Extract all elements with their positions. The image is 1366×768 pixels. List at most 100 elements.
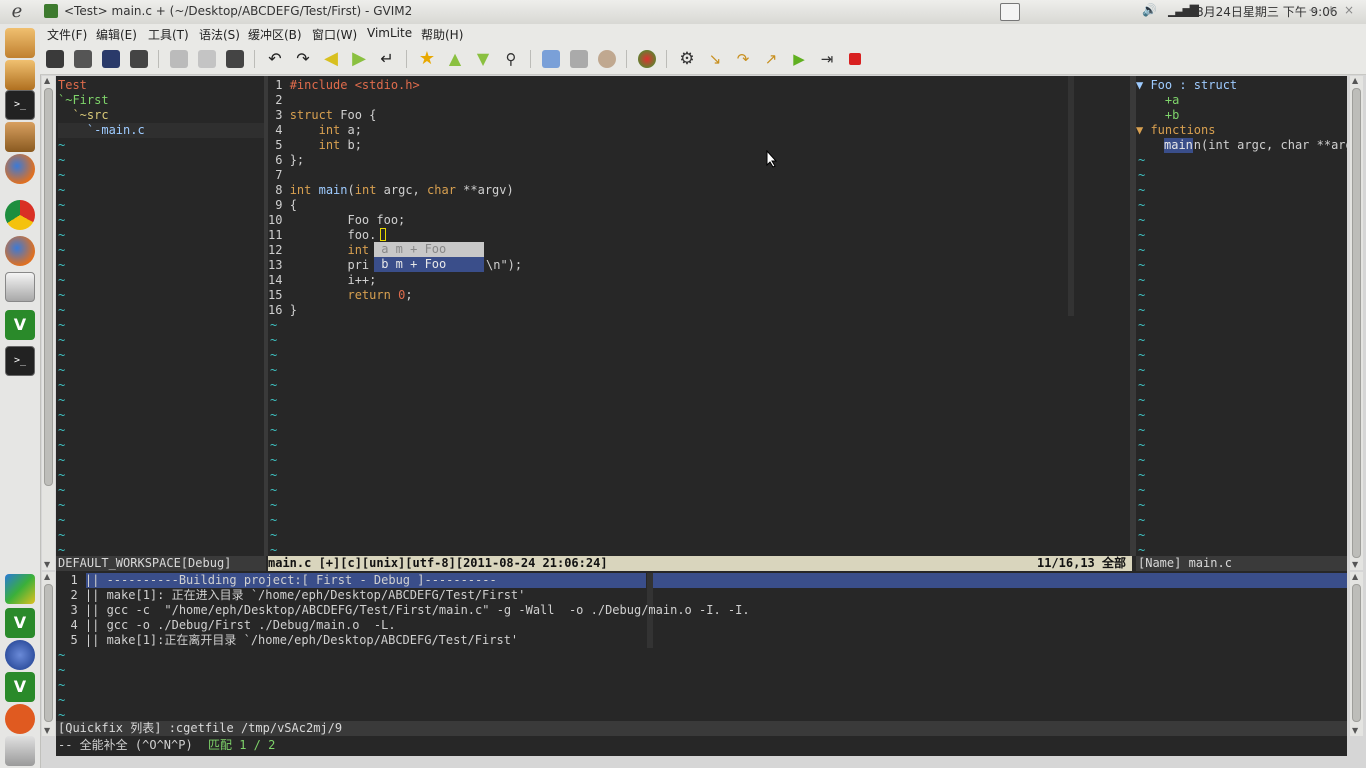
step-over-icon[interactable]: ↷ [734,50,752,68]
menu-syntax[interactable]: 语法(S) [199,26,240,43]
down-arrow-icon[interactable]: ▼ [474,50,492,68]
quickfix-line[interactable]: 4 || gcc -o ./Debug/First ./Debug/main.o… [56,618,395,633]
menu-vimlite[interactable]: VimLite [367,26,412,40]
code-editor-pane[interactable]: 1 #include <stdio.h> 2 3 struct Foo { 4 … [268,76,1134,557]
keyboard-icon[interactable] [1000,3,1020,21]
scroll-down-arrow[interactable]: ▼ [1352,726,1358,735]
tag-member[interactable]: +a [1136,93,1179,108]
step-into-icon[interactable]: ↘ [706,50,724,68]
ie-icon[interactable]: ℯ [6,2,28,22]
menu-tools[interactable]: 工具(T) [148,26,189,43]
close-file-icon[interactable] [130,50,148,68]
download-file-icon[interactable] [542,50,560,68]
back-arrow-icon[interactable]: ◀ [322,50,340,68]
step-out-icon[interactable]: ↗ [762,50,780,68]
menu-help[interactable]: 帮助(H) [421,26,463,43]
menu-file[interactable]: 文件(F) [47,26,87,43]
continue-icon[interactable]: ▶ [790,50,808,68]
quickfix-line[interactable]: 2 || make[1]: 正在进入目录 `/home/eph/Desktop/… [56,588,525,603]
tree-node-project[interactable]: `~First [58,93,109,108]
redo-icon[interactable]: ↷ [294,50,312,68]
vim-icon[interactable]: V [5,310,35,340]
completion-item[interactable]: a m + Foo [374,242,484,257]
home-folder-icon[interactable] [5,28,35,58]
right-scrollbar-bottom[interactable]: ▲ ▼ [1350,572,1363,736]
scroll-up-arrow[interactable]: ▲ [1352,572,1358,581]
vim-editor[interactable]: Test `~First `~src `-main.c ~ ~ ~ ~ ~ ~ ~ ~ ~ ~ ~ ~… [56,76,1347,756]
menu-buffers[interactable]: 缓冲区(B) [248,26,302,43]
tag-member[interactable]: +b [1136,108,1179,123]
close-icon[interactable]: × [1344,3,1354,17]
undo-icon[interactable]: ↶ [266,50,284,68]
trash-can-icon[interactable] [570,50,588,68]
up-arrow-icon[interactable]: ▲ [446,50,464,68]
balloon-icon[interactable] [638,50,656,68]
tag-group-functions[interactable]: ▼ functions [1136,123,1215,138]
volume-icon[interactable]: 🔊 [1142,3,1157,17]
save-icon[interactable] [102,50,120,68]
empty-line-tilde: ~ [58,138,66,152]
left-scrollbar[interactable]: ▲ ▼ [42,76,55,570]
tree-node-folder[interactable]: `~src [58,108,108,123]
chrome-icon[interactable] [5,200,35,230]
network-icon[interactable]: ▁▃▅▇ [1168,3,1199,17]
load-session-icon[interactable] [74,50,92,68]
tree-node-workspace[interactable]: Test [58,78,87,93]
ubuntu-icon[interactable] [5,704,35,734]
command-line[interactable]: -- 全能补全 (^O^N^P) 匹配 1 / 2 [56,736,1347,756]
scroll-down-arrow[interactable]: ▼ [44,726,50,735]
scroll-down-arrow[interactable]: ▼ [1352,560,1358,569]
find-icon[interactable]: ⚲ [502,50,520,68]
open-icon[interactable] [46,50,64,68]
stop-icon[interactable] [846,50,864,68]
scroll-thumb[interactable] [44,584,53,722]
scroll-thumb[interactable] [1352,88,1361,558]
gvim-icon[interactable]: V [5,672,35,702]
line-number: 5 [268,138,290,152]
tag-struct[interactable]: ▼ Foo : struct [1136,78,1237,93]
forward-arrow-icon[interactable]: ▶ [350,50,368,68]
completion-popup[interactable]: a m + Foo b m + Foo [374,242,484,272]
cut-icon[interactable] [170,50,188,68]
gear-icon[interactable]: ⚙ [678,50,696,68]
firefox-icon[interactable] [5,154,35,184]
scroll-down-arrow[interactable]: ▼ [44,560,50,569]
minimize-icon[interactable]: − [1308,3,1318,17]
firefox-icon-2[interactable] [5,236,35,266]
scroll-thumb[interactable] [44,88,53,486]
terminal-icon[interactable]: >_ [5,90,35,120]
vim-icon-2[interactable]: V [5,608,35,638]
scroll-up-arrow[interactable]: ▲ [1352,76,1358,85]
toolbar-separator [254,50,255,68]
file-cabinet-icon[interactable] [5,272,35,302]
quickfix-pane[interactable]: 1 || ----------Building project:[ First … [56,571,1347,722]
project-tree-pane[interactable]: Test `~First `~src `-main.c ~ ~ ~ ~ ~ ~ ~ ~ ~ ~ ~ ~… [56,76,264,557]
quickfix-line[interactable]: 5 || make[1]:正在离开目录 `/home/eph/Desktop/A… [56,633,518,648]
run-to-cursor-icon[interactable]: ⇥ [818,50,836,68]
palette-icon[interactable] [598,50,616,68]
quickfix-line[interactable]: 1 || ----------Building project:[ First … [56,573,496,588]
tree-node-file[interactable]: `-main.c [58,123,264,138]
menu-window[interactable]: 窗口(W) [312,26,357,43]
jump-icon[interactable]: ↵ [378,50,396,68]
menu-edit[interactable]: 编辑(E) [96,26,137,43]
completion-item-selected[interactable]: b m + Foo [374,257,484,272]
scroll-up-arrow[interactable]: ▲ [44,572,50,581]
copy-icon[interactable] [198,50,216,68]
scroll-up-arrow[interactable]: ▲ [44,76,50,85]
left-scrollbar-bottom[interactable]: ▲ ▼ [42,572,55,736]
cubes-icon[interactable] [5,574,35,604]
archive-icon[interactable] [5,122,35,152]
right-scrollbar[interactable]: ▲ ▼ [1350,76,1363,570]
quickfix-line[interactable]: 3 || gcc -c "/home/eph/Desktop/ABCDEFG/T… [56,603,749,618]
download-icon[interactable] [5,60,35,90]
maximize-icon[interactable]: + [1326,3,1336,17]
empty-line-tilde: ~ [1138,393,1146,407]
scroll-thumb[interactable] [1352,584,1361,722]
globe-icon[interactable] [5,640,35,670]
terminal-icon-2[interactable]: >_ [5,346,35,376]
tag-list-pane[interactable]: ▼ Foo : struct +a +b ▼ functions main(in… [1136,76,1347,557]
bookmark-star-icon[interactable]: ★ [418,50,436,68]
trash-icon[interactable] [5,736,35,766]
paste-icon[interactable] [226,50,244,68]
